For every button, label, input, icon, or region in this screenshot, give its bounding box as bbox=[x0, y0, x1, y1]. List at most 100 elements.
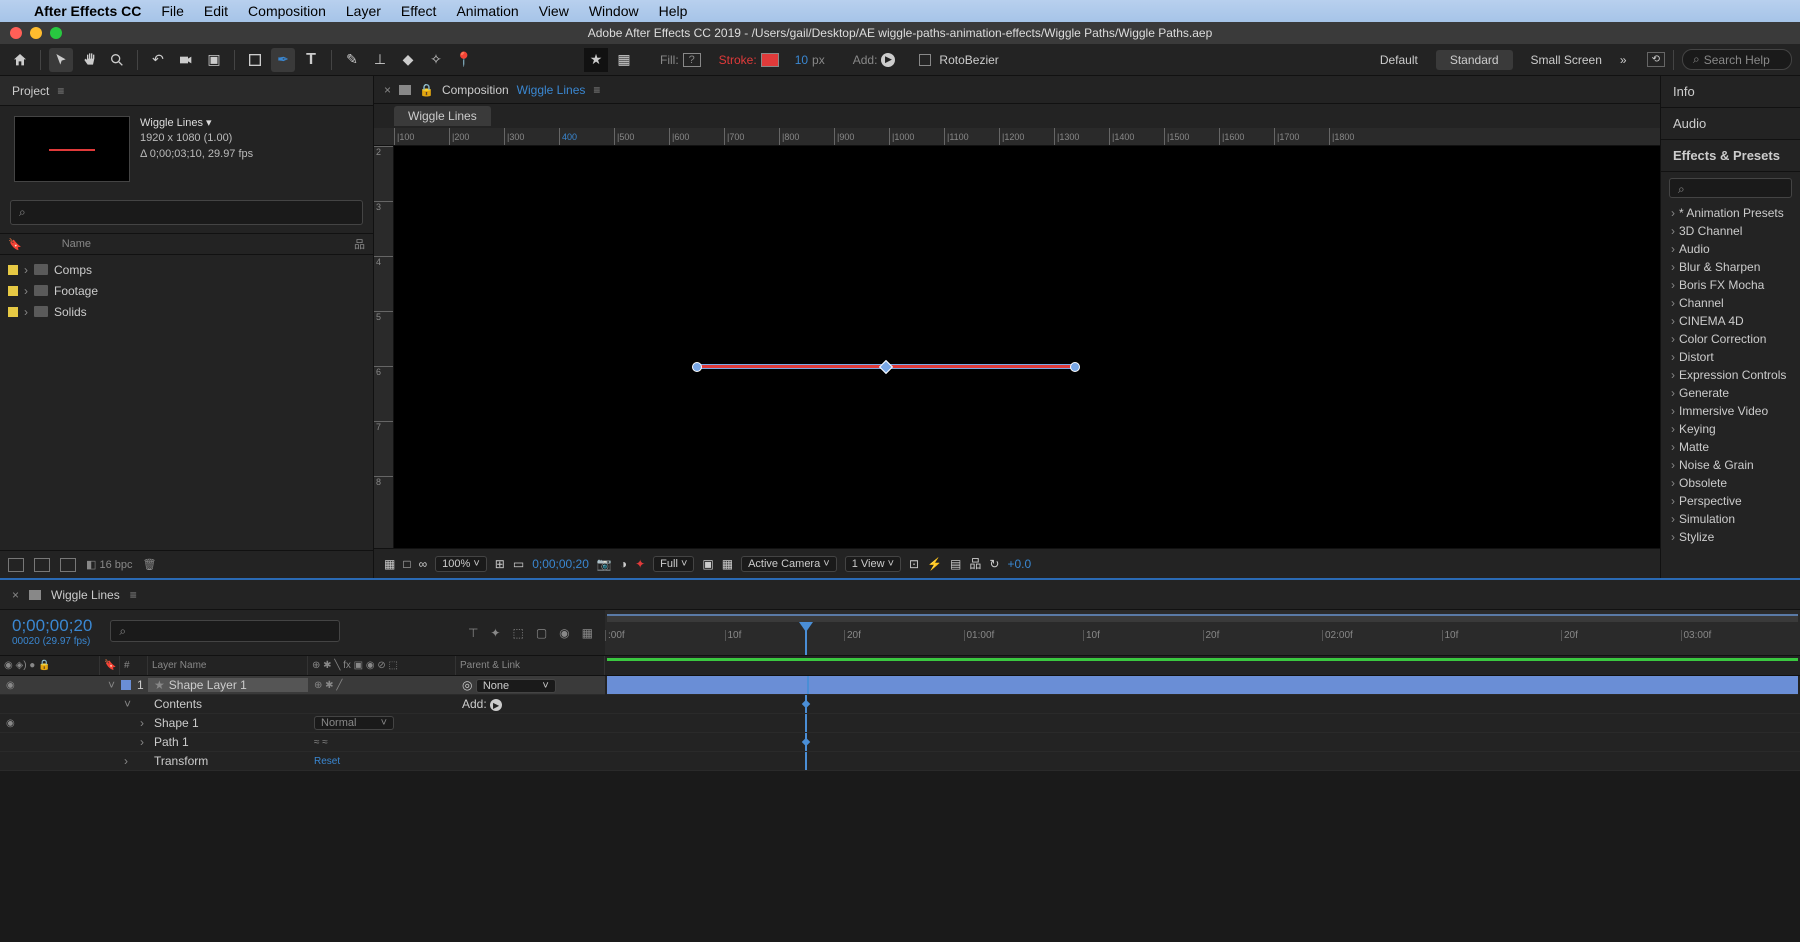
comp-name[interactable]: Wiggle Lines ▾ bbox=[140, 116, 253, 131]
folder-comps[interactable]: ›Comps bbox=[0, 259, 373, 280]
view-layout-select[interactable]: 1 View ˅ bbox=[845, 556, 901, 572]
workspace-small-screen[interactable]: Small Screen bbox=[1517, 50, 1616, 70]
bpc-toggle[interactable]: ◧ 16 bpc bbox=[86, 558, 132, 571]
info-panel-header[interactable]: Info bbox=[1661, 76, 1800, 108]
fx-item[interactable]: Blur & Sharpen bbox=[1661, 258, 1800, 276]
panel-menu-icon[interactable]: ≡ bbox=[593, 83, 600, 97]
layer-bar[interactable] bbox=[607, 676, 1798, 695]
color-mgmt-icon[interactable]: ✦ bbox=[635, 557, 645, 571]
vr-icon[interactable]: ∞ bbox=[419, 557, 428, 571]
reset-link[interactable]: Reset bbox=[314, 756, 340, 767]
exposure-value[interactable]: +0.0 bbox=[1007, 557, 1031, 571]
resolution-select[interactable]: Full ˅ bbox=[653, 556, 694, 572]
folder-footage[interactable]: ›Footage bbox=[0, 280, 373, 301]
fx-item[interactable]: Color Correction bbox=[1661, 330, 1800, 348]
zoom-select[interactable]: 100% ˅ bbox=[435, 556, 487, 572]
pan-behind-tool-icon[interactable]: ▣ bbox=[202, 48, 226, 72]
roi-icon[interactable]: ▣ bbox=[702, 557, 713, 571]
camera-select[interactable]: Active Camera ˅ bbox=[741, 556, 837, 572]
timeline-search-input[interactable]: ⌕ bbox=[110, 620, 340, 642]
layer-row[interactable]: ◉ ˅1 ★Shape Layer 1 ⊕ ✱ ╱ ◎ None˅ bbox=[0, 676, 605, 695]
fx-item[interactable]: Matte bbox=[1661, 438, 1800, 456]
current-timecode[interactable]: 0;00;00;20 bbox=[12, 616, 92, 636]
fx-item[interactable]: 3D Channel bbox=[1661, 222, 1800, 240]
fx-item[interactable]: Distort bbox=[1661, 348, 1800, 366]
sync-icon[interactable]: ⟲ bbox=[1647, 52, 1665, 67]
zoom-tool-icon[interactable] bbox=[105, 48, 129, 72]
shy-icon[interactable]: ⬚ bbox=[512, 626, 523, 640]
flowchart-icon[interactable]: 品 bbox=[969, 555, 981, 572]
home-icon[interactable] bbox=[8, 48, 32, 72]
fx-item[interactable]: Keying bbox=[1661, 420, 1800, 438]
fx-item[interactable]: Perspective bbox=[1661, 492, 1800, 510]
type-tool-icon[interactable]: T bbox=[299, 48, 323, 72]
fx-item[interactable]: Stylize bbox=[1661, 528, 1800, 546]
pickwhip-icon[interactable]: ◎ bbox=[462, 678, 472, 692]
path-ops-icon[interactable]: ≈ ≈ bbox=[314, 737, 328, 748]
menu-layer[interactable]: Layer bbox=[346, 3, 381, 19]
snapshot-icon[interactable]: 📷 bbox=[597, 557, 612, 571]
playhead[interactable] bbox=[805, 622, 807, 655]
workspace-default[interactable]: Default bbox=[1366, 50, 1432, 70]
menu-file[interactable]: File bbox=[161, 3, 184, 19]
stroke-swatch[interactable] bbox=[761, 53, 779, 67]
transparency-grid-icon[interactable]: ▦ bbox=[722, 557, 733, 571]
menu-help[interactable]: Help bbox=[659, 3, 688, 19]
clone-stamp-tool-icon[interactable]: ⊥ bbox=[368, 48, 392, 72]
work-area-bar[interactable] bbox=[607, 614, 1798, 622]
toggle-mask-icon[interactable]: □ bbox=[403, 557, 410, 571]
fx-item[interactable]: Generate bbox=[1661, 384, 1800, 402]
project-search-input[interactable]: ⌕ bbox=[10, 200, 363, 225]
composition-viewer[interactable] bbox=[394, 146, 1660, 548]
draft3d-icon[interactable]: ✦ bbox=[490, 626, 500, 640]
shape-path[interactable] bbox=[696, 364, 1076, 369]
comp-thumbnail[interactable] bbox=[14, 116, 130, 182]
path-row[interactable]: › Path 1 ≈ ≈ bbox=[0, 733, 605, 752]
close-timeline-tab-icon[interactable]: × bbox=[12, 588, 19, 602]
app-name[interactable]: After Effects CC bbox=[34, 3, 141, 19]
add-menu-icon[interactable]: ▶ bbox=[881, 53, 895, 67]
fill-swatch[interactable]: ? bbox=[683, 53, 701, 67]
parent-select[interactable]: None˅ bbox=[476, 679, 556, 693]
workspace-standard[interactable]: Standard bbox=[1436, 50, 1513, 70]
interpret-footage-icon[interactable] bbox=[8, 558, 24, 572]
folder-solids[interactable]: ›Solids bbox=[0, 301, 373, 322]
menu-animation[interactable]: Animation bbox=[456, 3, 518, 19]
fx-item[interactable]: Audio bbox=[1661, 240, 1800, 258]
snapping-icon[interactable]: ▦ bbox=[612, 48, 636, 72]
fx-item[interactable]: Immersive Video bbox=[1661, 402, 1800, 420]
name-column[interactable]: Name bbox=[62, 238, 91, 250]
tag-column-icon[interactable]: 🔖 bbox=[8, 238, 22, 251]
rotobezier-checkbox[interactable] bbox=[919, 54, 931, 66]
menu-composition[interactable]: Composition bbox=[248, 3, 326, 19]
guides-icon[interactable]: ▭ bbox=[513, 557, 524, 571]
puppet-tool-icon[interactable]: 📍 bbox=[452, 48, 476, 72]
comp-mini-flowchart-icon[interactable]: ⊤ bbox=[468, 626, 478, 640]
lock-icon[interactable]: 🔒 bbox=[419, 83, 434, 97]
fx-item[interactable]: Boris FX Mocha bbox=[1661, 276, 1800, 294]
brush-tool-icon[interactable]: ✎ bbox=[340, 48, 364, 72]
effects-search-input[interactable]: ⌕ bbox=[1669, 178, 1792, 198]
pen-tool-icon[interactable]: ✒ bbox=[271, 48, 295, 72]
close-tab-icon[interactable]: × bbox=[384, 83, 391, 97]
fx-item[interactable]: Noise & Grain bbox=[1661, 456, 1800, 474]
fx-item[interactable]: Channel bbox=[1661, 294, 1800, 312]
selection-tool-icon[interactable] bbox=[49, 48, 73, 72]
blend-mode-select[interactable]: Normal˅ bbox=[314, 716, 394, 730]
rectangle-tool-icon[interactable] bbox=[243, 48, 267, 72]
panel-menu-icon[interactable]: ≡ bbox=[57, 84, 64, 98]
flowchart-tab[interactable]: Wiggle Lines bbox=[394, 106, 491, 126]
audio-panel-header[interactable]: Audio bbox=[1661, 108, 1800, 140]
project-tree[interactable]: ›Comps ›Footage ›Solids bbox=[0, 255, 373, 550]
hand-tool-icon[interactable] bbox=[77, 48, 101, 72]
fx-item[interactable]: Simulation bbox=[1661, 510, 1800, 528]
new-comp-icon[interactable] bbox=[60, 558, 76, 572]
comp-tab-name[interactable]: Wiggle Lines bbox=[517, 83, 586, 97]
workspace-overflow-icon[interactable]: » bbox=[1620, 53, 1627, 67]
panel-menu-icon[interactable]: ≡ bbox=[130, 588, 137, 602]
reset-exposure-icon[interactable]: ↻ bbox=[989, 557, 999, 571]
stroke-width[interactable]: 10 bbox=[795, 53, 808, 67]
timeline-ruler[interactable]: :00f10f20f01:00f10f20f02:00f10f20f03:00f bbox=[605, 610, 1800, 656]
transform-row[interactable]: › Transform Reset bbox=[0, 752, 605, 771]
fx-item[interactable]: Expression Controls bbox=[1661, 366, 1800, 384]
